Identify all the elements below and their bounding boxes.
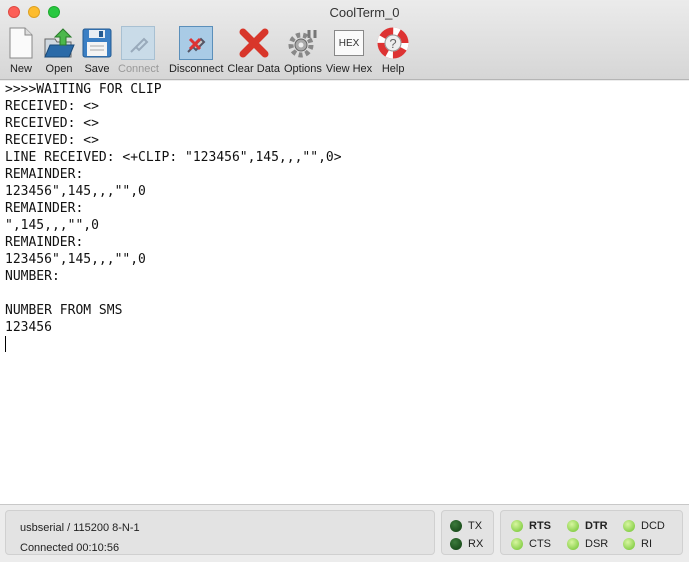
terminal-line: NUMBER: (5, 269, 60, 284)
tx-indicator: TX (450, 520, 482, 532)
dtr-indicator[interactable]: DTR (567, 520, 608, 532)
new-button[interactable]: New (4, 26, 38, 75)
led-icon (567, 538, 579, 550)
led-icon (450, 538, 462, 550)
terminal-line: ",145,,,"",0 (5, 218, 99, 233)
clear-data-button[interactable]: Clear Data (227, 26, 280, 75)
terminal-line: RECEIVED: <> (5, 133, 99, 148)
disconnect-button[interactable]: Disconnect (169, 26, 223, 75)
terminal-line: REMAINDER: (5, 201, 84, 216)
terminal-line: 123456",145,,,"",0 (5, 184, 146, 199)
view-hex-button[interactable]: HEX View Hex (326, 26, 372, 75)
led-icon (511, 520, 523, 532)
gear-wrench-icon (286, 26, 320, 60)
terminal-output[interactable]: >>>>WAITING FOR CLIP RECEIVED: <> RECEIV… (0, 81, 689, 505)
line-status-panel: RTS CTS DTR DSR DCD RI (500, 510, 683, 555)
terminal-line: RECEIVED: <> (5, 116, 99, 131)
svg-text:?: ? (390, 36, 397, 51)
status-bar: usbserial / 115200 8-N-1 Connected 00:10… (0, 505, 689, 561)
dcd-indicator: DCD (623, 520, 665, 532)
options-button[interactable]: Options (284, 26, 322, 75)
open-button[interactable]: Open (42, 26, 76, 75)
title-bar: CoolTerm_0 New Open Save Connect Disconn… (0, 0, 689, 80)
terminal-line: REMAINDER: (5, 167, 84, 182)
lifebuoy-icon: ? (376, 26, 410, 60)
terminal-line: RECEIVED: <> (5, 99, 99, 114)
open-folder-icon (42, 26, 76, 60)
ri-indicator: RI (623, 538, 652, 550)
help-button[interactable]: ? Help (376, 26, 410, 75)
terminal-line: 123456 (5, 320, 52, 335)
terminal-line: 123456",145,,,"",0 (5, 252, 146, 267)
terminal-line: REMAINDER: (5, 235, 84, 250)
port-settings: usbserial / 115200 8-N-1 (20, 522, 140, 534)
led-icon (511, 538, 523, 550)
led-icon (567, 520, 579, 532)
connection-info-panel: usbserial / 115200 8-N-1 Connected 00:10… (5, 510, 435, 555)
rts-indicator[interactable]: RTS (511, 520, 551, 532)
dsr-indicator: DSR (567, 538, 608, 550)
window-title: CoolTerm_0 (329, 5, 400, 20)
terminal-line: >>>>WAITING FOR CLIP (5, 82, 162, 97)
terminal-line: NUMBER FROM SMS (5, 303, 123, 318)
rx-indicator: RX (450, 538, 483, 550)
terminal-line: LINE RECEIVED: <+CLIP: "123456",145,,,""… (5, 150, 342, 165)
connection-status: Connected 00:10:56 (20, 542, 120, 554)
text-cursor (5, 336, 6, 352)
hex-icon: HEX (332, 26, 366, 60)
toolbar: New Open Save Connect Disconnect Clear D… (4, 26, 414, 75)
red-x-icon (237, 26, 271, 60)
connect-button[interactable]: Connect (118, 26, 159, 75)
led-icon (450, 520, 462, 532)
tx-rx-panel: TX RX (441, 510, 494, 555)
new-document-icon (4, 26, 38, 60)
save-button[interactable]: Save (80, 26, 114, 75)
led-icon (623, 538, 635, 550)
floppy-disk-icon (80, 26, 114, 60)
unplug-icon (179, 26, 214, 60)
cts-indicator: CTS (511, 538, 551, 550)
led-icon (623, 520, 635, 532)
plug-icon (121, 26, 156, 60)
